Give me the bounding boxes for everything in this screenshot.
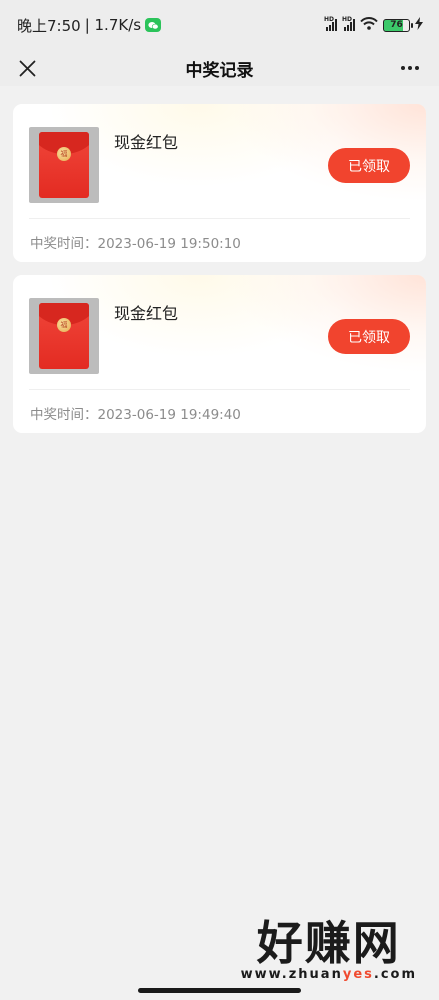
more-button[interactable] <box>395 53 425 83</box>
red-envelope-image: 福 <box>29 298 99 374</box>
watermark-url-c: .com <box>373 967 417 982</box>
record-card: 福 现金红包 已领取 中奖时间：2023-06-19 19:49:40 <box>13 275 426 433</box>
watermark-url-a: www.zhuan <box>240 967 343 982</box>
win-time-label: 中奖时间： <box>30 236 98 252</box>
more-icon-dot <box>408 66 412 70</box>
charging-icon <box>415 16 423 34</box>
signal-icon: HD <box>324 16 337 31</box>
prize-name: 现金红包 <box>114 304 179 323</box>
win-time-row: 中奖时间：2023-06-19 19:50:10 <box>13 219 426 252</box>
home-indicator[interactable] <box>138 988 301 993</box>
watermark-url-b: yes <box>342 967 374 982</box>
signal-icon-2: HD <box>342 16 355 31</box>
page-title: 中奖记录 <box>185 60 254 81</box>
red-envelope-image: 福 <box>29 127 99 203</box>
claimed-button[interactable]: 已领取 <box>328 319 410 354</box>
watermark-url: www.zhuanyes.com <box>241 967 417 982</box>
more-icon-dot <box>401 66 405 70</box>
signal-hd-label-2: HD <box>342 16 353 23</box>
more-icon-dot <box>415 66 419 70</box>
close-icon <box>19 60 35 76</box>
wifi-icon <box>360 16 378 34</box>
claimed-button[interactable]: 已领取 <box>328 148 410 183</box>
win-time-label: 中奖时间： <box>30 407 98 423</box>
watermark-logo: 好赚网 www.zhuanyes.com <box>241 919 417 982</box>
win-time-value: 2023-06-19 19:50:10 <box>97 236 241 252</box>
status-right: HD HD 76 <box>324 16 423 34</box>
nav-bar: 中奖记录 <box>0 50 439 86</box>
record-list: 福 现金红包 已领取 中奖时间：2023-06-19 19:50:10 福 现金… <box>0 86 439 433</box>
red-envelope-icon: 福 <box>39 132 89 198</box>
battery-level: 76 <box>390 20 403 30</box>
signal-hd-label: HD <box>324 16 335 23</box>
close-button[interactable] <box>12 53 42 83</box>
win-time-row: 中奖时间：2023-06-19 19:49:40 <box>13 390 426 423</box>
battery-icon: 76 <box>383 18 413 32</box>
status-time: 晚上7:50 <box>17 16 81 35</box>
wechat-icon <box>145 18 162 32</box>
win-time-value: 2023-06-19 19:49:40 <box>97 407 241 423</box>
status-net-speed: | 1.7K/s <box>84 16 142 34</box>
prize-name: 现金红包 <box>114 133 179 152</box>
status-left: 晚上7:50 | 1.7K/s <box>17 15 162 36</box>
watermark-title: 好赚网 <box>256 916 401 970</box>
status-bar: 晚上7:50 | 1.7K/s HD HD 76 <box>0 0 439 50</box>
record-card: 福 现金红包 已领取 中奖时间：2023-06-19 19:50:10 <box>13 104 426 262</box>
red-envelope-icon: 福 <box>39 303 89 369</box>
